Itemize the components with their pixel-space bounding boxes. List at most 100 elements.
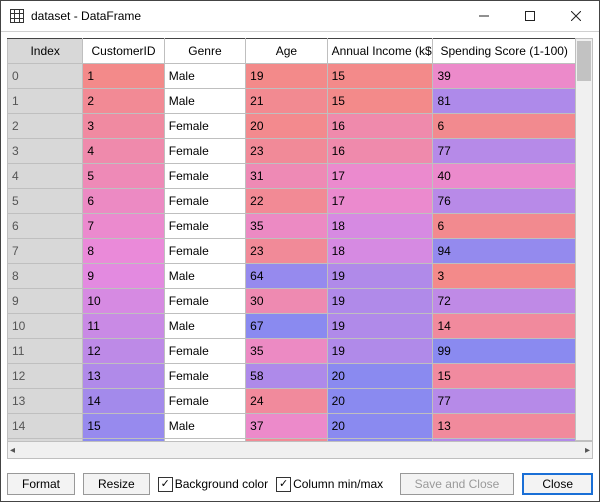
cell-age[interactable]: 20 bbox=[246, 114, 327, 139]
table-row[interactable]: 01Male191539 bbox=[8, 64, 576, 89]
cell-id[interactable]: 14 bbox=[83, 389, 164, 414]
bgcolor-checkbox[interactable]: ✓ Background color bbox=[158, 477, 268, 492]
cell-genre[interactable]: Female bbox=[164, 389, 245, 414]
table-row[interactable]: 78Female231894 bbox=[8, 239, 576, 264]
col-header-customerid[interactable]: CustomerID bbox=[83, 39, 164, 64]
cell-genre[interactable]: Female bbox=[164, 239, 245, 264]
table-row[interactable]: 910Female301972 bbox=[8, 289, 576, 314]
cell-id[interactable]: 16 bbox=[83, 439, 164, 442]
table-row[interactable]: 89Male64193 bbox=[8, 264, 576, 289]
table-row[interactable]: 56Female221776 bbox=[8, 189, 576, 214]
cell-id[interactable]: 13 bbox=[83, 364, 164, 389]
cell-income[interactable]: 15 bbox=[327, 64, 433, 89]
cell-genre[interactable]: Male bbox=[164, 414, 245, 439]
cell-id[interactable]: 1 bbox=[83, 64, 164, 89]
cell-income[interactable]: 19 bbox=[327, 289, 433, 314]
cell-score[interactable]: 15 bbox=[433, 364, 576, 389]
close-window-button[interactable] bbox=[553, 1, 599, 31]
cell-income[interactable]: 17 bbox=[327, 189, 433, 214]
cell-age[interactable]: 22 bbox=[246, 439, 327, 442]
cell-score[interactable]: 13 bbox=[433, 414, 576, 439]
cell-age[interactable]: 35 bbox=[246, 214, 327, 239]
cell-index[interactable]: 10 bbox=[8, 314, 83, 339]
cell-genre[interactable]: Male bbox=[164, 439, 245, 442]
cell-id[interactable]: 2 bbox=[83, 89, 164, 114]
col-header-index[interactable]: Index bbox=[8, 39, 83, 64]
cell-index[interactable]: 11 bbox=[8, 339, 83, 364]
cell-score[interactable]: 94 bbox=[433, 239, 576, 264]
cell-index[interactable]: 0 bbox=[8, 64, 83, 89]
col-header-genre[interactable]: Genre bbox=[164, 39, 245, 64]
cell-income[interactable]: 19 bbox=[327, 339, 433, 364]
table-row[interactable]: 1516Male222079 bbox=[8, 439, 576, 442]
close-button[interactable]: Close bbox=[522, 473, 593, 495]
table-row[interactable]: 12Male211581 bbox=[8, 89, 576, 114]
cell-age[interactable]: 58 bbox=[246, 364, 327, 389]
cell-genre[interactable]: Male bbox=[164, 64, 245, 89]
cell-genre[interactable]: Female bbox=[164, 164, 245, 189]
cell-score[interactable]: 79 bbox=[433, 439, 576, 442]
cell-index[interactable]: 3 bbox=[8, 139, 83, 164]
cell-score[interactable]: 3 bbox=[433, 264, 576, 289]
scroll-left-icon[interactable]: ◂ bbox=[10, 445, 15, 456]
cell-index[interactable]: 14 bbox=[8, 414, 83, 439]
cell-income[interactable]: 17 bbox=[327, 164, 433, 189]
table-row[interactable]: 1112Female351999 bbox=[8, 339, 576, 364]
cell-income[interactable]: 16 bbox=[327, 139, 433, 164]
horizontal-scrollbar[interactable]: ◂ ▸ bbox=[7, 441, 593, 459]
cell-id[interactable]: 9 bbox=[83, 264, 164, 289]
cell-income[interactable]: 15 bbox=[327, 89, 433, 114]
cell-index[interactable]: 15 bbox=[8, 439, 83, 442]
cell-age[interactable]: 19 bbox=[246, 64, 327, 89]
cell-id[interactable]: 7 bbox=[83, 214, 164, 239]
cell-score[interactable]: 99 bbox=[433, 339, 576, 364]
cell-income[interactable]: 19 bbox=[327, 264, 433, 289]
cell-index[interactable]: 4 bbox=[8, 164, 83, 189]
minimize-button[interactable] bbox=[461, 1, 507, 31]
cell-age[interactable]: 64 bbox=[246, 264, 327, 289]
scroll-right-icon[interactable]: ▸ bbox=[585, 445, 590, 456]
table-row[interactable]: 45Female311740 bbox=[8, 164, 576, 189]
cell-score[interactable]: 72 bbox=[433, 289, 576, 314]
cell-genre[interactable]: Female bbox=[164, 289, 245, 314]
cell-genre[interactable]: Male bbox=[164, 314, 245, 339]
cell-id[interactable]: 11 bbox=[83, 314, 164, 339]
cell-score[interactable]: 76 bbox=[433, 189, 576, 214]
cell-age[interactable]: 31 bbox=[246, 164, 327, 189]
cell-genre[interactable]: Female bbox=[164, 139, 245, 164]
table-row[interactable]: 1314Female242077 bbox=[8, 389, 576, 414]
vertical-scrollbar[interactable] bbox=[576, 38, 593, 441]
cell-score[interactable]: 77 bbox=[433, 389, 576, 414]
cell-index[interactable]: 12 bbox=[8, 364, 83, 389]
cell-income[interactable]: 16 bbox=[327, 114, 433, 139]
cell-age[interactable]: 23 bbox=[246, 239, 327, 264]
cell-score[interactable]: 77 bbox=[433, 139, 576, 164]
cell-income[interactable]: 20 bbox=[327, 439, 433, 442]
cell-income[interactable]: 19 bbox=[327, 314, 433, 339]
cell-id[interactable]: 5 bbox=[83, 164, 164, 189]
cell-age[interactable]: 37 bbox=[246, 414, 327, 439]
cell-id[interactable]: 8 bbox=[83, 239, 164, 264]
cell-income[interactable]: 18 bbox=[327, 239, 433, 264]
cell-score[interactable]: 39 bbox=[433, 64, 576, 89]
cell-genre[interactable]: Male bbox=[164, 264, 245, 289]
cell-age[interactable]: 35 bbox=[246, 339, 327, 364]
cell-index[interactable]: 13 bbox=[8, 389, 83, 414]
cell-age[interactable]: 24 bbox=[246, 389, 327, 414]
cell-genre[interactable]: Female bbox=[164, 339, 245, 364]
cell-id[interactable]: 15 bbox=[83, 414, 164, 439]
cell-income[interactable]: 20 bbox=[327, 364, 433, 389]
cell-index[interactable]: 2 bbox=[8, 114, 83, 139]
cell-genre[interactable]: Female bbox=[164, 364, 245, 389]
cell-index[interactable]: 8 bbox=[8, 264, 83, 289]
maximize-button[interactable] bbox=[507, 1, 553, 31]
cell-age[interactable]: 30 bbox=[246, 289, 327, 314]
cell-score[interactable]: 6 bbox=[433, 214, 576, 239]
cell-income[interactable]: 20 bbox=[327, 389, 433, 414]
table-row[interactable]: 23Female20166 bbox=[8, 114, 576, 139]
cell-score[interactable]: 40 bbox=[433, 164, 576, 189]
table-row[interactable]: 1213Female582015 bbox=[8, 364, 576, 389]
cell-age[interactable]: 23 bbox=[246, 139, 327, 164]
scrollbar-thumb[interactable] bbox=[577, 41, 591, 81]
cell-income[interactable]: 20 bbox=[327, 414, 433, 439]
